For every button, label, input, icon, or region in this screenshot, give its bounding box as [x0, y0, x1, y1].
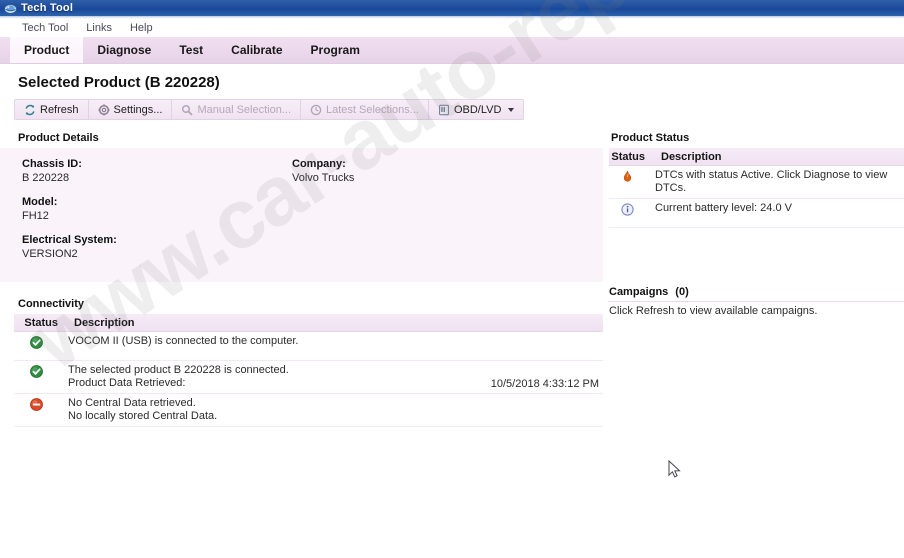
menu-item-help[interactable]: Help: [122, 21, 161, 35]
settings-button-label: Settings...: [113, 103, 163, 116]
window-titlebar: Tech Tool: [0, 0, 904, 16]
settings-button[interactable]: Settings...: [89, 100, 173, 119]
blocked-icon: [29, 398, 43, 414]
latest-selections-button-label: Latest Selections...: [326, 103, 419, 116]
product-status-row-0-description: DTCs with status Active. Click Diagnose …: [655, 169, 888, 194]
field-company-label: Company:: [292, 158, 346, 170]
connectivity-row-1-timestamp: 10/5/2018 4:33:12 PM: [490, 378, 599, 390]
latest-selections-button[interactable]: Latest Selections...: [301, 100, 429, 119]
tab-calibrate[interactable]: Calibrate: [217, 37, 296, 63]
connectivity-row-0-description: VOCOM II (USB) is connected to the compu…: [68, 335, 299, 347]
connectivity-row-2-line2: No locally stored Central Data.: [68, 410, 218, 422]
clock-icon: [310, 104, 322, 116]
product-status-table-header: Status Description: [609, 148, 904, 166]
right-column: Product Status Status Description DTCs w…: [609, 132, 904, 317]
chevron-down-icon: [508, 107, 515, 112]
toolbar-container: Refresh Settings... Manual Selection... …: [0, 99, 904, 120]
campaigns-count: (0): [675, 286, 689, 298]
refresh-button-label: Refresh: [40, 103, 79, 116]
menu-item-links[interactable]: Links: [78, 21, 120, 35]
tab-program[interactable]: Program: [297, 37, 374, 63]
refresh-button[interactable]: Refresh: [15, 100, 89, 119]
window-title: Tech Tool: [21, 2, 74, 14]
main-tabbar: Product Diagnose Test Calibrate Program: [0, 37, 904, 64]
product-status-row-0-status: [609, 169, 645, 186]
connectivity-table-header: Status Description: [14, 314, 603, 332]
field-model-label: Model:: [22, 196, 58, 208]
check-icon: [29, 336, 43, 352]
field-electrical-system-label: Electrical System:: [22, 234, 117, 246]
campaigns-message: Click Refresh to view available campaign…: [609, 301, 904, 317]
page-header: Selected Product (B 220228): [0, 64, 904, 99]
campaigns-header: Campaigns (0): [609, 286, 904, 301]
obd-lvd-button-label: OBD/LVD: [453, 103, 502, 116]
warning-icon: [621, 170, 634, 186]
field-company-value: Volvo Trucks: [292, 172, 355, 184]
menu-item-tech-tool[interactable]: Tech Tool: [14, 21, 76, 35]
connectivity-row-1-line1: The selected product B 220228 is connect…: [68, 364, 289, 376]
tab-test[interactable]: Test: [165, 37, 217, 63]
product-status-row-1-status: [609, 202, 645, 219]
page-title: Selected Product (B 220228): [18, 74, 220, 91]
campaigns-title: Campaigns: [609, 286, 669, 298]
product-status-row-1-description: Current battery level: 24.0 V: [655, 202, 792, 214]
right-column-spacer: [609, 228, 904, 286]
connectivity-row-1-description: The selected product B 220228 is connect…: [58, 364, 491, 390]
connectivity-table: Status Description VOCOM II (USB) is con…: [14, 314, 603, 427]
table-row[interactable]: The selected product B 220228 is connect…: [14, 361, 603, 394]
info-icon: [620, 203, 634, 219]
field-company: Company: Volvo Trucks: [292, 158, 354, 196]
product-details-title: Product Details: [18, 132, 99, 144]
check-icon: [29, 365, 43, 381]
obd-lvd-dropdown-button[interactable]: OBD/LVD: [429, 100, 523, 119]
gear-icon: [97, 103, 110, 116]
connectivity-row-1-status: [14, 364, 58, 381]
connectivity-col-description: Description: [74, 316, 135, 329]
table-row[interactable]: VOCOM II (USB) is connected to the compu…: [14, 332, 603, 361]
mouse-cursor: [668, 459, 682, 483]
product-status-col-status: Status: [611, 150, 645, 163]
tab-product[interactable]: Product: [10, 37, 84, 63]
app-icon: [4, 2, 17, 15]
product-status-col-description: Description: [661, 150, 722, 163]
field-electrical-system-value: VERSION2: [22, 248, 78, 260]
table-row[interactable]: No Central Data retrieved. No locally st…: [14, 394, 603, 427]
product-details-grid: Chassis ID: B 220228 Model: FH12 Electri…: [0, 158, 603, 268]
connectivity-row-1-line2: Product Data Retrieved:: [68, 377, 186, 389]
manual-selection-button[interactable]: Manual Selection...: [172, 100, 302, 119]
connectivity-title: Connectivity: [18, 298, 85, 310]
manual-selection-button-label: Manual Selection...: [197, 103, 292, 116]
field-model: Model: FH12: [22, 196, 603, 222]
connectivity-row-2-description: No Central Data retrieved. No locally st…: [58, 397, 603, 423]
field-electrical-system: Electrical System: VERSION2: [22, 234, 603, 260]
product-details-panel: Chassis ID: B 220228 Model: FH12 Electri…: [0, 148, 603, 282]
magnifier-icon: [181, 104, 194, 116]
table-row[interactable]: DTCs with status Active. Click Diagnose …: [609, 166, 904, 199]
field-model-value: FH12: [22, 210, 49, 222]
main-content: Product Details Chassis ID: B 220228 Mod…: [0, 120, 904, 427]
menubar: Tech Tool Links Help: [0, 19, 904, 37]
product-toolbar: Refresh Settings... Manual Selection... …: [14, 99, 525, 120]
product-status-title: Product Status: [611, 132, 690, 144]
connector-icon: [438, 104, 450, 116]
connectivity-col-status: Status: [24, 316, 58, 329]
refresh-icon: [24, 104, 36, 116]
tab-diagnose[interactable]: Diagnose: [83, 37, 165, 63]
product-status-table: Status Description DTCs with status Acti…: [609, 148, 904, 228]
connectivity-row-0-status: [14, 335, 58, 352]
left-column: Product Details Chassis ID: B 220228 Mod…: [0, 132, 603, 427]
connectivity-row-2-status: [14, 397, 58, 414]
table-row[interactable]: Current battery level: 24.0 V: [609, 199, 904, 228]
connectivity-row-2-line1: No Central Data retrieved.: [68, 397, 196, 409]
